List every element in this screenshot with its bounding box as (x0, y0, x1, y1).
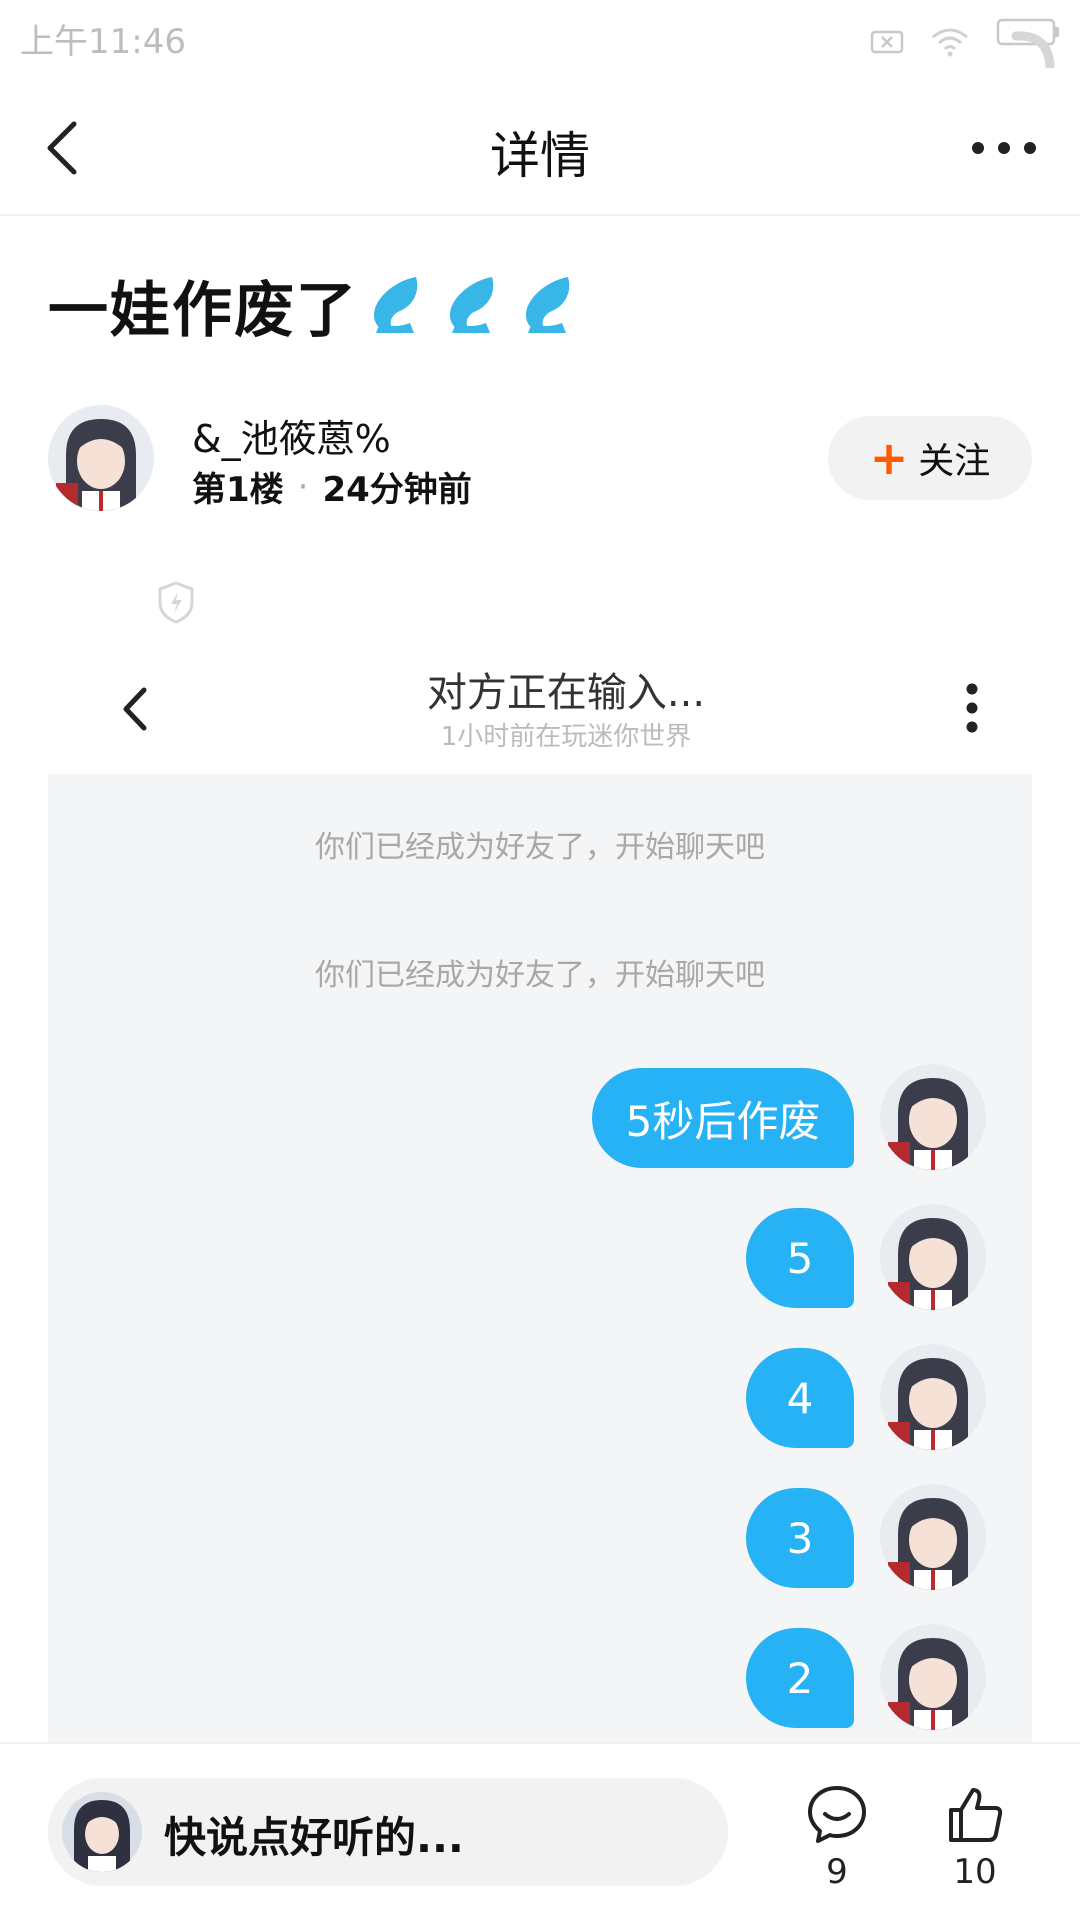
battery-icon (996, 18, 1059, 68)
like-button[interactable]: 10 (920, 1784, 1030, 1892)
image-chat-subtitle: 1小时前在玩迷你世界 (440, 722, 692, 752)
chat-bubble: 5秒后作废 (592, 1068, 854, 1168)
sweat-drop-emojis (366, 273, 576, 337)
image-chat-title: 对方正在输入... (426, 670, 706, 716)
comment-input[interactable]: 快说点好听的... (48, 1778, 728, 1886)
status-bar: 上午11:46 (0, 0, 1080, 80)
author-meta: 第1楼 · 24分钟前 (192, 462, 472, 511)
more-options-button[interactable] (968, 128, 1040, 168)
system-message: 你们已经成为好友了，开始聊天吧 (315, 958, 765, 993)
comment-placeholder: 快说点好听的... (164, 1813, 464, 1862)
floor-number: 第1楼 (192, 470, 284, 510)
top-nav-bar: 详情 (0, 80, 1080, 216)
more-horizontal-icon (972, 142, 1036, 154)
post-time: 24分钟前 (322, 470, 472, 510)
bottom-action-bar: 快说点好听的... 9 10 (0, 1742, 1080, 1922)
avatar (880, 1344, 986, 1450)
comment-count: 9 (826, 1852, 848, 1892)
follow-button[interactable]: + 关注 (828, 416, 1032, 500)
meta-separator: · (297, 466, 309, 507)
comment-bubble-icon (808, 1786, 866, 1843)
chat-bubble: 5 (746, 1208, 854, 1308)
status-time: 上午11:46 (20, 22, 186, 62)
plus-icon: + (869, 431, 909, 485)
wifi-icon (932, 28, 968, 57)
image-chat-body: 你们已经成为好友了，开始聊天吧 你们已经成为好友了，开始聊天吧 5秒后作废 5 … (48, 774, 1032, 1742)
status-icons (870, 16, 1062, 68)
system-message: 你们已经成为好友了，开始聊天吧 (315, 830, 765, 865)
comment-button[interactable]: 9 (782, 1784, 892, 1892)
author-name[interactable]: &_池筱蒽% (192, 408, 391, 463)
thumbs-up-icon (949, 1788, 1003, 1842)
sweat-drop-icon (374, 277, 418, 333)
avatar (880, 1624, 986, 1730)
chat-bubble: 4 (746, 1348, 854, 1448)
sim-error-icon (870, 30, 904, 54)
avatar (880, 1484, 986, 1590)
post-image[interactable]: 对方正在输入... 1小时前在玩迷你世界 你们已经成为好友了，开始聊天吧 你们已… (48, 636, 1032, 1742)
sweat-drop-icon (526, 277, 570, 333)
avatar (880, 1204, 986, 1310)
follow-label: 关注 (918, 441, 991, 482)
more-vertical-icon (966, 683, 978, 733)
image-chat-header: 对方正在输入... 1小时前在玩迷你世界 (48, 636, 1032, 774)
sweat-drop-icon (450, 277, 494, 333)
post-title-text: 一娃作废了 (48, 275, 358, 346)
avatar (880, 1064, 986, 1170)
like-count: 10 (953, 1852, 997, 1892)
chat-bubble: 2 (746, 1628, 854, 1728)
post-title: 一娃作废了 (48, 265, 576, 346)
shield-icon (156, 580, 196, 628)
avatar (62, 1792, 142, 1872)
page-title: 详情 (490, 127, 590, 185)
author-avatar[interactable] (48, 405, 154, 511)
chat-bubble: 3 (746, 1488, 854, 1588)
